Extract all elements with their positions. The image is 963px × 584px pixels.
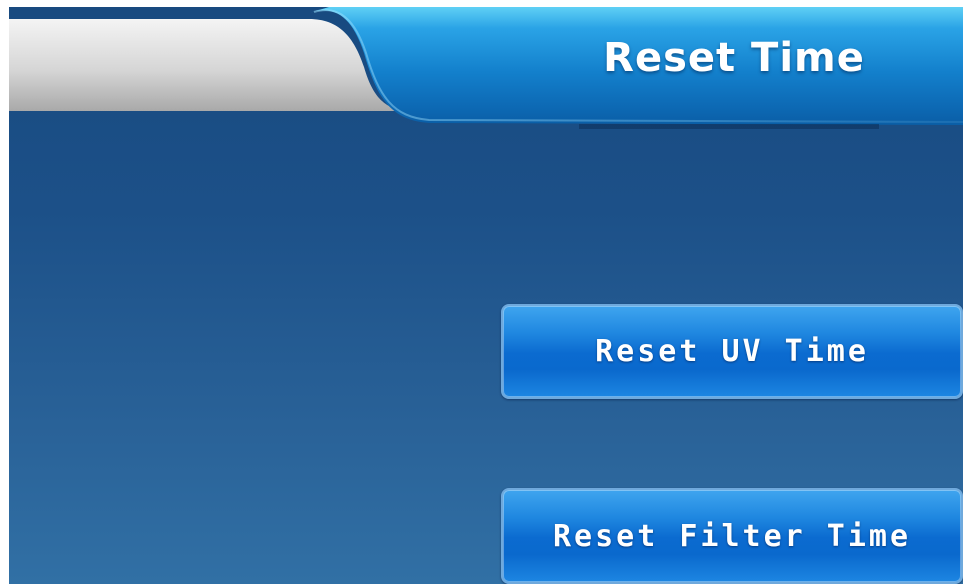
inactive-tab	[9, 19, 409, 111]
header-bar: Reset Time	[9, 7, 963, 132]
reset-uv-time-label: Reset UV Time	[595, 334, 869, 369]
reset-uv-time-button[interactable]: Reset UV Time	[501, 304, 963, 399]
screen: Reset Time Reset UV Time Reset Filter Ti…	[0, 0, 963, 584]
reset-filter-time-button[interactable]: Reset Filter Time	[501, 488, 963, 584]
reset-time-panel: Reset Time Reset UV Time Reset Filter Ti…	[9, 7, 963, 584]
page-title: Reset Time	[603, 35, 865, 81]
reset-filter-time-label: Reset Filter Time	[552, 518, 912, 554]
